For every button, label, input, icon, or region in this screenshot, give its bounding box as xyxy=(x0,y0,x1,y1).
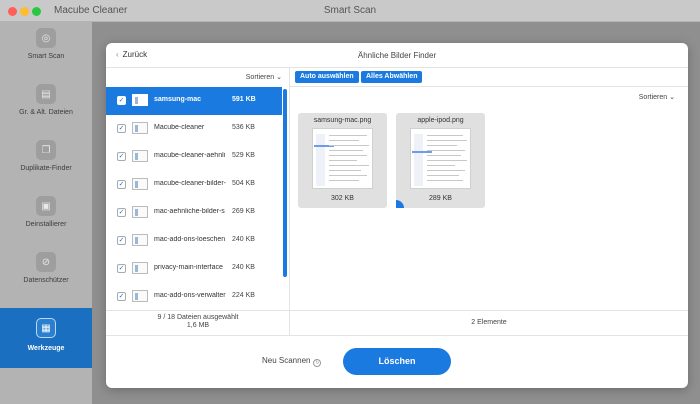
file-checkbox[interactable]: ✓ xyxy=(117,292,126,301)
sidebar-item-label: Smart Scan xyxy=(27,53,65,60)
chevron-down-icon: ⌄ xyxy=(276,74,282,81)
selected-count: 9 / 18 Dateien ausgewählt xyxy=(157,314,239,321)
image-card[interactable]: apple-ipod.png 289 KB xyxy=(396,113,485,208)
file-row[interactable]: ✓ privacy-main-interface 240 KB xyxy=(106,255,282,283)
sort-dropdown[interactable]: Sortieren ⌄ xyxy=(639,93,675,101)
file-name: privacy-main-interface xyxy=(154,264,223,271)
image-preview xyxy=(410,128,471,189)
file-list-panel: Sortieren ⌄ ✓ samsung-mac 591 KB ✓ Macub… xyxy=(106,68,290,335)
file-size: 529 KB xyxy=(232,152,255,159)
image-size: 302 KB xyxy=(331,195,354,202)
file-checkbox[interactable]: ✓ xyxy=(117,236,126,245)
file-size: 591 KB xyxy=(232,96,256,103)
dialog-title: Ähnliche Bilder Finder xyxy=(357,51,437,60)
similar-images-dialog: ‹ Zurück Ähnliche Bilder Finder Sortieren… xyxy=(106,43,688,388)
file-name: mac-aehnliche-bilder-s xyxy=(154,208,225,215)
sidebar-item-label: Duplikate-Finder xyxy=(20,165,72,172)
image-name: samsung-mac.png xyxy=(313,117,372,124)
eye-off-icon: ⊘ xyxy=(36,252,56,272)
file-thumbnail xyxy=(132,178,148,190)
image-size: 289 KB xyxy=(429,195,452,202)
image-name: apple-ipod.png xyxy=(417,117,464,124)
rescan-button[interactable]: Neu Scannen ↻ xyxy=(262,356,322,367)
file-row[interactable]: ✓ mac-add-ons-loeschen 240 KB xyxy=(106,227,282,255)
file-checkbox[interactable]: ✓ xyxy=(117,96,126,105)
sidebar-item-duplicate-finder[interactable]: ❐ Duplikate-Finder xyxy=(0,134,92,190)
sidebar-item-privacy[interactable]: ⊘ Datenschützer xyxy=(0,246,92,302)
selection-summary: 9 / 18 Dateien ausgewählt 1,6 MB xyxy=(106,310,290,335)
file-size: 240 KB xyxy=(232,236,255,243)
file-size: 224 KB xyxy=(232,292,255,299)
file-list-toolbar: Sortieren ⌄ xyxy=(106,68,290,87)
sort-dropdown[interactable]: Sortieren ⌄ xyxy=(246,73,282,81)
file-row[interactable]: ✓ samsung-mac 591 KB xyxy=(106,87,282,115)
file-list-scrollbar[interactable] xyxy=(283,89,287,277)
deselect-all-button[interactable]: Alles Abwählen xyxy=(361,71,423,83)
auto-select-button[interactable]: Auto auswählen xyxy=(295,71,359,83)
file-size: 536 KB xyxy=(232,124,255,131)
sidebar-item-label: Gr. & Alt. Dateien xyxy=(19,109,73,116)
file-size: 269 KB xyxy=(232,208,255,215)
file-thumbnail xyxy=(132,234,148,246)
file-size: 504 KB xyxy=(232,180,255,187)
rescan-label: Neu Scannen xyxy=(262,356,311,365)
file-thumbnail xyxy=(132,262,148,274)
sidebar-item-uninstaller[interactable]: ▣ Deinstallierer xyxy=(0,190,92,246)
sidebar-item-label: Werkzeuge xyxy=(27,345,65,352)
sidebar-item-label: Datenschützer xyxy=(23,277,69,284)
sidebar-item-tools[interactable]: ▦ Werkzeuge xyxy=(0,308,92,368)
file-thumbnail xyxy=(132,290,148,302)
file-name: samsung-mac xyxy=(154,96,202,103)
file-checkbox[interactable]: ✓ xyxy=(117,180,126,189)
dialog-actions: Neu Scannen ↻ Löschen xyxy=(106,335,688,388)
toolbox-icon: ▦ xyxy=(36,318,56,338)
file-thumbnail xyxy=(132,122,148,134)
dialog-header: ‹ Zurück Ähnliche Bilder Finder xyxy=(106,43,688,68)
file-name: Macube-cleaner xyxy=(154,124,205,131)
sidebar-item-label: Deinstallierer xyxy=(25,221,67,228)
file-name: mac-add-ons-verwalter xyxy=(154,292,226,299)
sidebar-item-large-old-files[interactable]: ▤ Gr. & Alt. Dateien xyxy=(0,78,92,134)
file-row[interactable]: ✓ macube-cleaner-bilder- 504 KB xyxy=(106,171,282,199)
refresh-icon: ↻ xyxy=(313,359,322,367)
file-checkbox[interactable]: ✓ xyxy=(117,124,126,133)
file-thumbnail xyxy=(132,94,148,106)
element-count: 2 Elemente xyxy=(471,319,507,326)
file-row[interactable]: ✓ mac-aehnliche-bilder-s 269 KB xyxy=(106,199,282,227)
sidebar-item-smart-scan[interactable]: ◎ Smart Scan xyxy=(0,22,92,78)
title-bar: Macube Cleaner Smart Scan xyxy=(0,0,700,22)
image-preview xyxy=(312,128,373,189)
file-name: macube-cleaner-bilder- xyxy=(154,180,226,187)
preview-status: 2 Elemente xyxy=(290,310,688,335)
file-thumbnail xyxy=(132,150,148,162)
copy-icon: ❐ xyxy=(36,140,56,160)
file-name: macube-cleaner-aehnli xyxy=(154,152,226,159)
document-icon: ▤ xyxy=(36,84,56,104)
file-name: mac-add-ons-loeschen xyxy=(154,236,226,243)
file-thumbnail xyxy=(132,206,148,218)
image-card[interactable]: samsung-mac.png 302 KB xyxy=(298,113,387,208)
preview-toolbar: Auto auswählen Alles Abwählen xyxy=(290,68,688,87)
file-row[interactable]: ✓ macube-cleaner-aehnli 529 KB xyxy=(106,143,282,171)
preview-panel: Auto auswählen Alles Abwählen Sortieren … xyxy=(290,68,688,335)
sidebar: ◎ Smart Scan ▤ Gr. & Alt. Dateien ❐ Dupl… xyxy=(0,22,92,404)
file-row[interactable]: ✓ mac-add-ons-verwalter 224 KB xyxy=(106,283,282,311)
window-title: Smart Scan xyxy=(323,5,377,16)
file-row[interactable]: ✓ Macube-cleaner 536 KB xyxy=(106,115,282,143)
file-checkbox[interactable]: ✓ xyxy=(117,208,126,217)
file-size: 240 KB xyxy=(232,264,255,271)
target-icon: ◎ xyxy=(36,28,56,48)
package-icon: ▣ xyxy=(36,196,56,216)
selected-size: 1,6 MB xyxy=(186,322,210,329)
chevron-down-icon: ⌄ xyxy=(669,94,675,101)
file-checkbox[interactable]: ✓ xyxy=(117,152,126,161)
file-checkbox[interactable]: ✓ xyxy=(117,264,126,273)
delete-button[interactable]: Löschen xyxy=(343,348,451,375)
file-list: ✓ samsung-mac 591 KB ✓ Macube-cleaner 53… xyxy=(106,87,290,327)
